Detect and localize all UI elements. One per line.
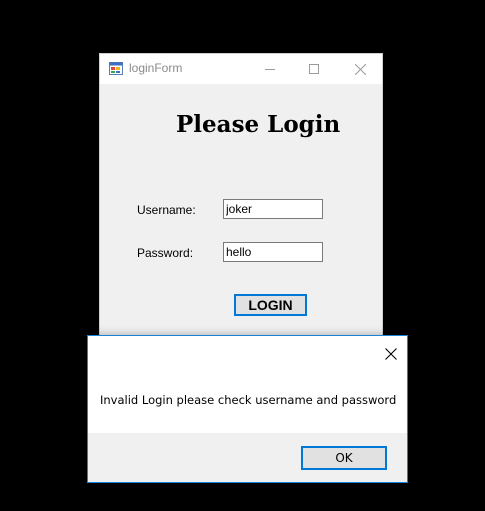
maximize-button[interactable] bbox=[292, 54, 336, 84]
password-input[interactable] bbox=[223, 242, 323, 262]
username-input[interactable] bbox=[223, 199, 323, 219]
message-box-content-area bbox=[88, 336, 407, 433]
password-label: Password: bbox=[137, 246, 194, 260]
page-title: Please Login bbox=[176, 111, 341, 138]
login-window: loginForm Please Login Username: Passwor… bbox=[99, 53, 383, 353]
ok-button[interactable]: OK bbox=[301, 446, 387, 470]
message-text: Invalid Login please check username and … bbox=[100, 393, 397, 407]
message-box-close-button[interactable] bbox=[378, 341, 404, 367]
message-box: Invalid Login please check username and … bbox=[87, 335, 408, 483]
minimize-icon bbox=[265, 69, 275, 70]
app-icon bbox=[109, 62, 123, 75]
maximize-icon bbox=[309, 64, 319, 74]
close-icon bbox=[354, 63, 366, 75]
window-title: loginForm bbox=[129, 61, 183, 75]
login-button[interactable]: LOGIN bbox=[234, 294, 307, 316]
username-label: Username: bbox=[137, 203, 196, 217]
minimize-button[interactable] bbox=[248, 54, 292, 84]
close-button[interactable] bbox=[338, 54, 382, 84]
login-window-titlebar[interactable]: loginForm bbox=[100, 54, 382, 84]
close-icon bbox=[385, 348, 397, 360]
